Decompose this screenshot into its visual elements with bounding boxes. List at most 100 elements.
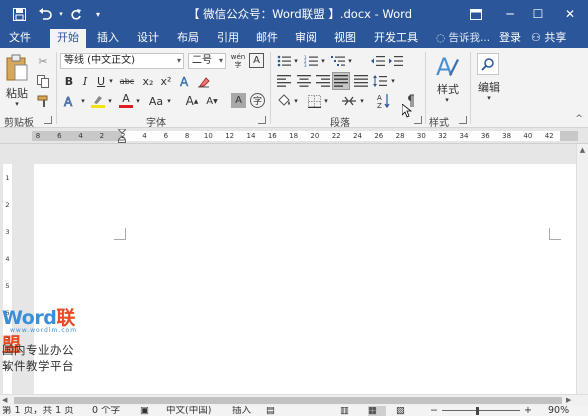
shading-icon[interactable] bbox=[276, 93, 292, 109]
chevron-down-icon[interactable]: ▾ bbox=[319, 54, 327, 68]
enclose-characters-button[interactable]: 字 bbox=[250, 93, 265, 108]
styles-button[interactable]: 样式 bbox=[434, 82, 462, 96]
close-button[interactable]: ✕ bbox=[554, 0, 586, 28]
web-layout-icon[interactable]: ▧ bbox=[396, 406, 405, 416]
clear-formatting-icon[interactable] bbox=[196, 73, 212, 89]
strikethrough-button[interactable]: abc bbox=[117, 73, 137, 89]
superscript-button[interactable]: x² bbox=[158, 73, 174, 89]
zoom-slider[interactable] bbox=[442, 410, 520, 411]
word-count[interactable]: 0 个字 bbox=[92, 406, 120, 416]
font-launcher-icon[interactable] bbox=[258, 116, 266, 124]
tab-view[interactable]: 视图 bbox=[327, 28, 363, 48]
paste-button[interactable]: 粘贴 bbox=[4, 86, 30, 100]
decrease-indent-icon[interactable] bbox=[370, 54, 386, 68]
tab-insert[interactable]: 插入 bbox=[90, 28, 126, 48]
horizontal-ruler[interactable]: 8 6 4 2 2 4 6 8 10 12 14 16 18 20 22 24 26 28 30 32 34 36 38 40… bbox=[0, 128, 588, 144]
macro-record-icon[interactable]: ▤ bbox=[266, 406, 275, 416]
chevron-down-icon[interactable]: ▾ bbox=[134, 93, 142, 109]
align-center-icon[interactable] bbox=[296, 74, 312, 88]
customize-qat-icon[interactable]: ▾ bbox=[90, 0, 106, 28]
font-color-icon[interactable]: A bbox=[118, 92, 134, 109]
chevron-down-icon[interactable]: ▾ bbox=[322, 93, 330, 109]
find-icon[interactable] bbox=[477, 53, 499, 75]
grow-font-button[interactable]: A ▲ bbox=[184, 93, 200, 109]
undo-dropdown-icon[interactable]: ▾ bbox=[56, 0, 66, 28]
numbering-icon[interactable]: 123 bbox=[303, 54, 319, 68]
chevron-down-icon[interactable]: ▾ bbox=[106, 93, 114, 109]
scroll-right-icon[interactable]: ▶ bbox=[566, 396, 575, 405]
paste-icon[interactable] bbox=[4, 52, 30, 84]
editing-button[interactable]: 编辑 bbox=[475, 80, 503, 94]
styles-launcher-icon[interactable] bbox=[459, 116, 467, 124]
chevron-down-icon[interactable]: ▾ bbox=[442, 96, 452, 104]
highlight-color-icon[interactable] bbox=[90, 92, 106, 109]
chevron-down-icon[interactable]: ▾ bbox=[177, 54, 181, 68]
chevron-down-icon[interactable]: ▾ bbox=[358, 93, 366, 109]
font-name-combo[interactable]: 等线 (中文正文) ▾ bbox=[60, 53, 184, 69]
undo-icon[interactable] bbox=[34, 0, 56, 28]
insert-mode[interactable]: 插入 bbox=[232, 406, 251, 416]
align-left-icon[interactable] bbox=[276, 74, 292, 88]
document-page[interactable] bbox=[34, 164, 576, 394]
chevron-down-icon[interactable]: ▾ bbox=[79, 93, 87, 109]
horizontal-scrollbar[interactable]: ◀ ▶ bbox=[0, 394, 588, 406]
zoom-level[interactable]: 90% bbox=[548, 406, 569, 416]
bullets-icon[interactable] bbox=[276, 54, 292, 68]
tab-mailings[interactable]: 邮件 bbox=[249, 28, 285, 48]
tab-design[interactable]: 设计 bbox=[130, 28, 166, 48]
tab-file[interactable]: 文件 bbox=[4, 28, 36, 48]
borders-icon[interactable] bbox=[306, 93, 322, 109]
styles-gallery-icon[interactable]: A bbox=[434, 52, 460, 80]
increase-indent-icon[interactable] bbox=[388, 54, 404, 68]
bold-button[interactable]: B bbox=[62, 73, 76, 89]
tab-review[interactable]: 审阅 bbox=[288, 28, 324, 48]
document-area[interactable] bbox=[14, 144, 576, 394]
tab-references[interactable]: 引用 bbox=[210, 28, 246, 48]
asian-layout-icon[interactable] bbox=[340, 93, 358, 109]
save-icon[interactable] bbox=[8, 0, 30, 28]
zoom-out-icon[interactable]: − bbox=[430, 406, 438, 416]
paragraph-launcher-icon[interactable] bbox=[414, 116, 422, 124]
multilevel-list-icon[interactable] bbox=[330, 54, 346, 68]
chevron-down-icon[interactable]: ▾ bbox=[292, 93, 300, 109]
sort-icon[interactable]: AZ bbox=[376, 92, 392, 110]
text-effects-icon[interactable]: A bbox=[178, 73, 194, 89]
format-painter-icon[interactable] bbox=[35, 93, 51, 109]
chevron-down-icon[interactable]: ▾ bbox=[107, 73, 115, 89]
login-link[interactable]: 登录 bbox=[499, 28, 521, 48]
paste-dropdown-icon[interactable]: ▾ bbox=[12, 100, 22, 108]
line-spacing-icon[interactable] bbox=[372, 74, 388, 88]
chevron-down-icon[interactable]: ▾ bbox=[219, 54, 223, 68]
character-shading-button[interactable]: A bbox=[231, 93, 246, 108]
tab-developer[interactable]: 开发工具 bbox=[368, 28, 424, 48]
tab-home[interactable]: 开始 bbox=[50, 29, 86, 48]
read-mode-icon[interactable]: ▥ bbox=[340, 406, 349, 416]
maximize-button[interactable]: ☐ bbox=[522, 0, 554, 28]
proofing-icon[interactable]: ▣ bbox=[140, 406, 149, 416]
scrollbar-thumb[interactable] bbox=[14, 397, 562, 404]
italic-button[interactable]: I bbox=[78, 73, 92, 89]
language-indicator[interactable]: 中文(中国) bbox=[166, 406, 211, 416]
scroll-up-icon[interactable]: ▲ bbox=[578, 146, 587, 154]
page-count[interactable]: 第 1 页，共 1 页 bbox=[2, 406, 74, 416]
scroll-left-icon[interactable]: ◀ bbox=[2, 396, 11, 405]
phonetic-guide-button[interactable]: wén 字 bbox=[230, 52, 246, 70]
tab-layout[interactable]: 布局 bbox=[170, 28, 206, 48]
tell-me-box[interactable]: ◌ 告诉我... bbox=[436, 28, 490, 48]
redo-icon[interactable] bbox=[66, 0, 86, 28]
chevron-down-icon[interactable]: ▾ bbox=[484, 94, 494, 102]
chevron-down-icon[interactable]: ▾ bbox=[389, 74, 397, 88]
shrink-font-button[interactable]: A ▼ bbox=[204, 93, 220, 109]
cut-icon[interactable]: ✂ bbox=[35, 53, 51, 69]
chevron-down-icon[interactable]: ▾ bbox=[165, 93, 173, 109]
clipboard-launcher-icon[interactable] bbox=[44, 116, 52, 124]
font-size-combo[interactable]: 二号 ▾ bbox=[188, 53, 226, 69]
zoom-in-icon[interactable]: + bbox=[524, 406, 532, 416]
text-effect-icon[interactable]: A bbox=[62, 93, 78, 109]
ribbon-display-icon[interactable] bbox=[460, 0, 492, 28]
character-border-button[interactable]: A bbox=[249, 53, 264, 68]
collapse-ribbon-icon[interactable]: ^ bbox=[573, 114, 585, 124]
distributed-icon[interactable] bbox=[353, 74, 369, 88]
justify-icon[interactable] bbox=[332, 72, 350, 90]
chevron-down-icon[interactable]: ▾ bbox=[346, 54, 354, 68]
